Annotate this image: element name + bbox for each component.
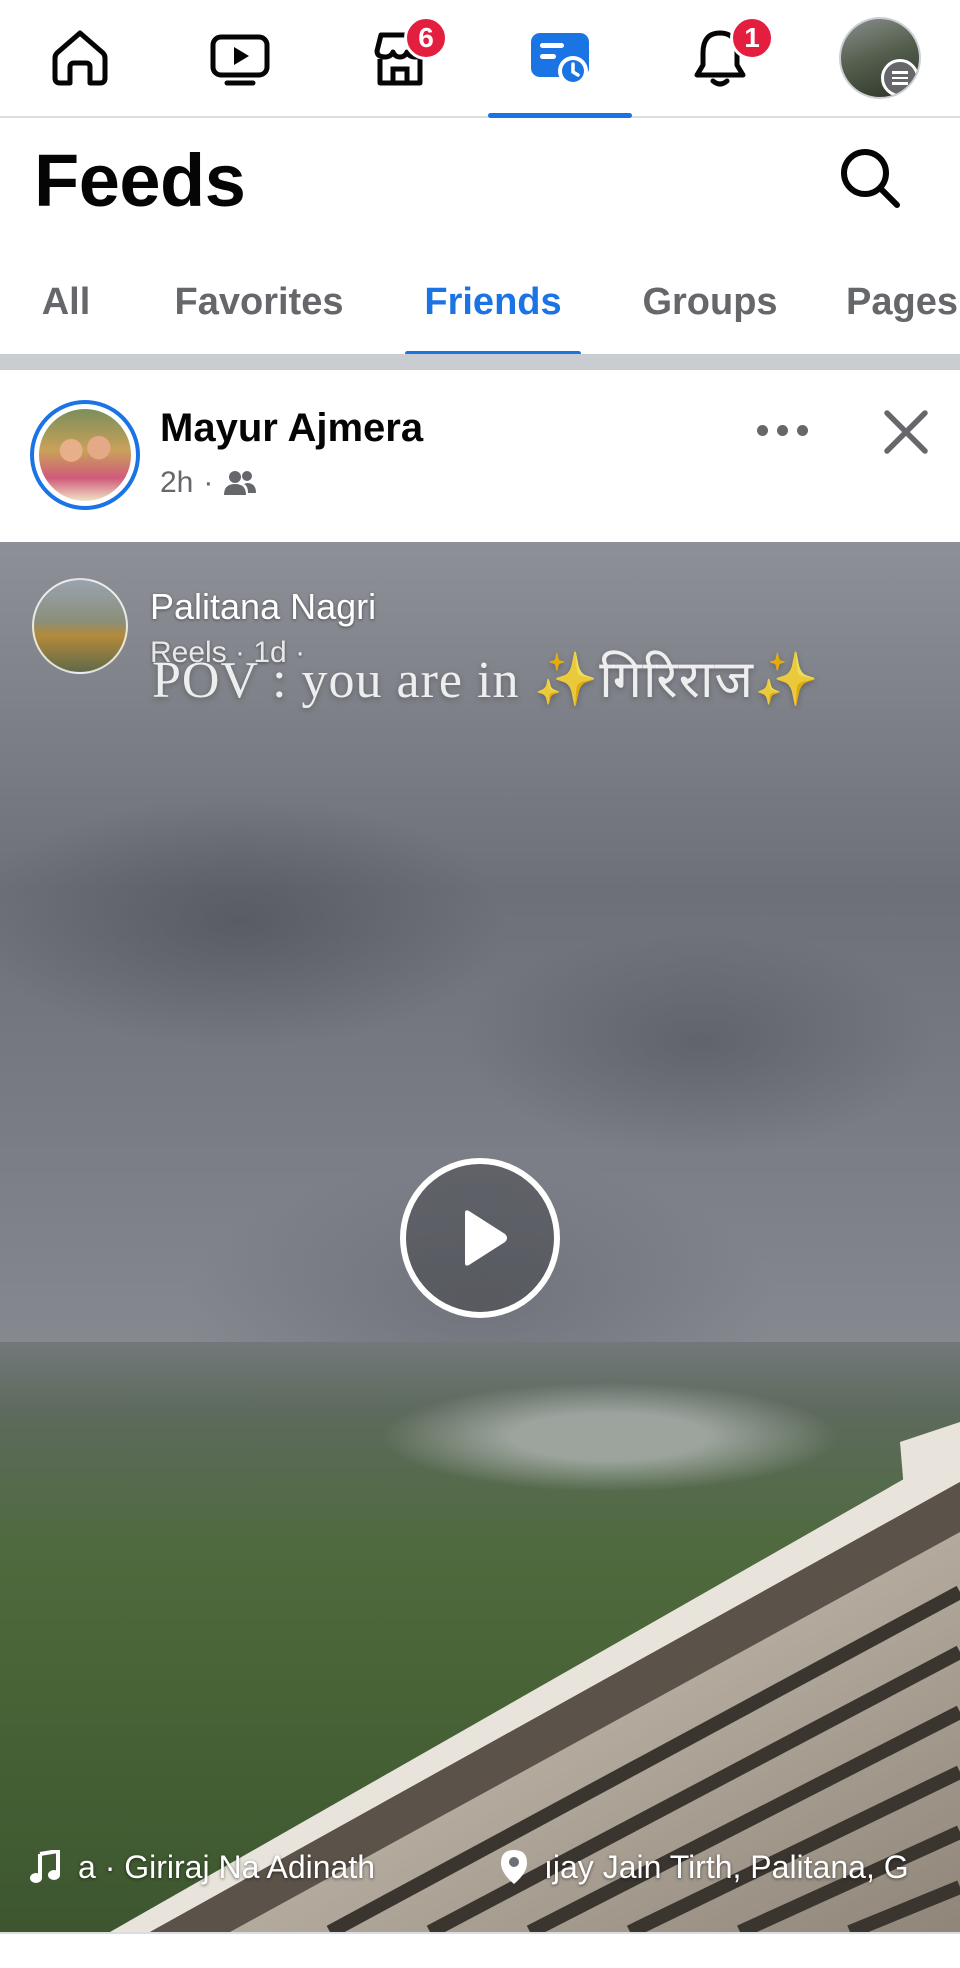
nav-home[interactable] (0, 0, 160, 116)
reel-caption-overlay: POV : you are in ✨गिरिराज✨ (152, 652, 820, 709)
reel-page-name[interactable]: Palitana Nagri (150, 586, 376, 628)
feeds-icon (531, 33, 589, 86)
section-divider (0, 354, 960, 370)
tab-favorites[interactable]: Favorites (162, 252, 356, 352)
friends-icon (224, 471, 257, 495)
profile-avatar (839, 17, 921, 99)
tab-pages[interactable]: Pages (846, 252, 960, 352)
play-icon (465, 1210, 507, 1266)
post-footer-edge (0, 1932, 960, 1968)
nav-marketplace[interactable]: 6 (320, 0, 480, 116)
reel-location-text: ıjay Jain Tirth, Palitana, G (544, 1848, 909, 1885)
nav-video[interactable] (160, 0, 320, 116)
post-author-name[interactable]: Mayur Ajmera (160, 406, 423, 451)
reel-location-row[interactable]: ıjay Jain Tirth, Palitana, G (500, 1842, 960, 1892)
search-icon (841, 149, 900, 208)
reel-audio-text: a · Giriraj Na Adinath (78, 1848, 376, 1885)
reel-audio-row[interactable]: a · Giriraj Na Adinath (30, 1842, 375, 1892)
music-note-icon (30, 1850, 60, 1883)
menu-icon (881, 59, 919, 97)
location-pin-icon (501, 1850, 527, 1884)
author-avatar[interactable] (30, 400, 140, 510)
search-button[interactable] (830, 138, 910, 218)
nav-notifications[interactable]: 1 (640, 0, 800, 116)
feeds-header: Feeds (0, 120, 960, 240)
reel-video[interactable]: Palitana Nagri Reels · 1d · POV : you ar… (0, 542, 960, 1932)
meta-separator: · (203, 466, 214, 499)
play-button[interactable] (400, 1158, 560, 1318)
hide-post-button[interactable] (866, 392, 946, 472)
close-icon (884, 410, 928, 454)
tab-all[interactable]: All (22, 252, 110, 352)
more-dots-icon (756, 424, 768, 436)
home-icon (52, 30, 108, 86)
top-navigation-bar: 6 1 (0, 0, 960, 118)
tab-groups[interactable]: Groups (628, 252, 792, 352)
video-icon (210, 34, 270, 86)
post-more-button[interactable] (742, 400, 822, 460)
feed-filter-tabs: All Favorites Friends Groups Pages (0, 252, 960, 356)
tab-friends[interactable]: Friends (405, 252, 581, 356)
post-header: Mayur Ajmera 2h · (0, 370, 960, 542)
reel-page-avatar[interactable] (32, 578, 128, 674)
nav-profile-menu[interactable] (800, 0, 960, 116)
marketplace-badge: 6 (404, 16, 448, 60)
post-meta: 2h · (160, 466, 257, 500)
post-time[interactable]: 2h (160, 466, 193, 500)
page-title: Feeds (34, 139, 246, 222)
nav-feeds[interactable] (480, 0, 640, 118)
notifications-badge: 1 (730, 16, 774, 60)
